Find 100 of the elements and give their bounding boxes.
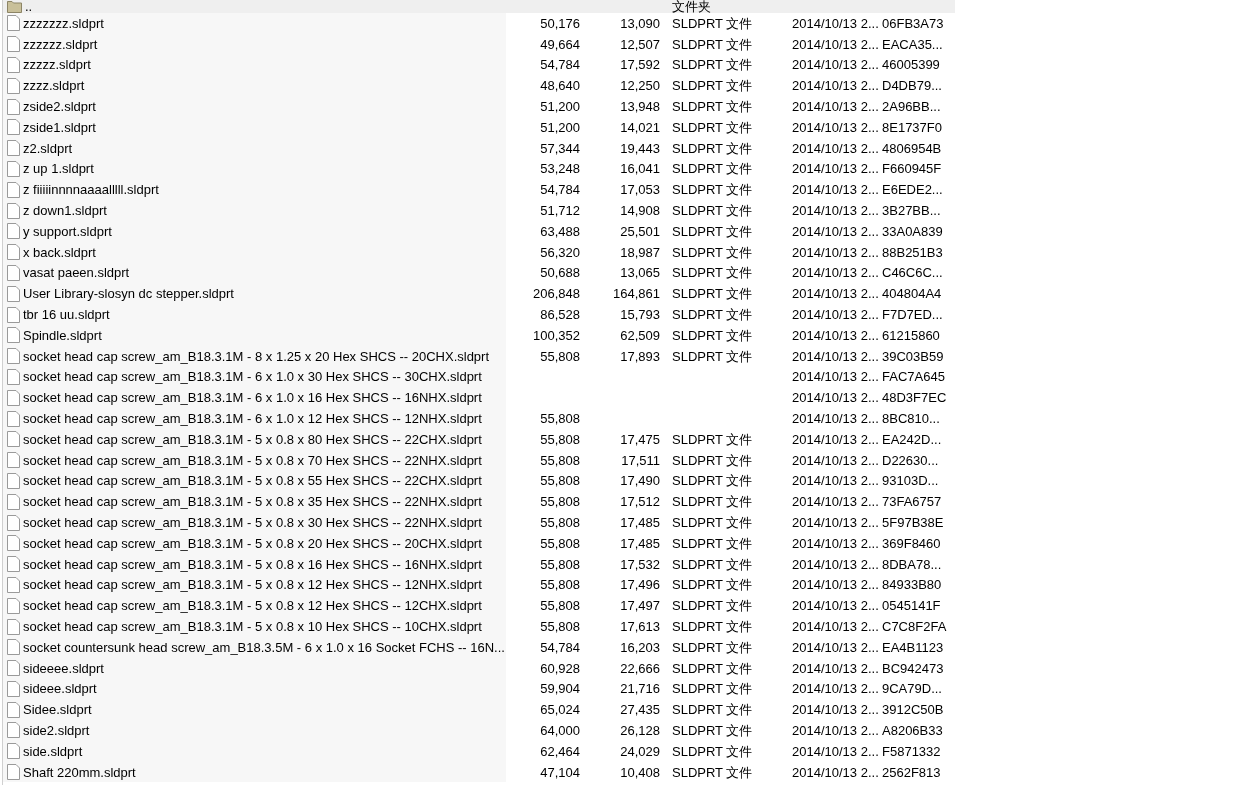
modified-date: 2014/10/13 2... [791,58,880,72]
crc-value: 2562F813 [882,765,942,779]
modified-date: 2014/10/13 2... [791,744,880,758]
file-size: 206,848 [532,287,581,301]
file-type: SLDPRT 文件 [671,536,754,550]
packed-size: 18,987 [619,245,661,259]
packed-size: 10,408 [619,765,661,779]
file-type: SLDPRT 文件 [671,308,754,322]
file-size: 55,808 [539,599,581,613]
file-type: SLDPRT 文件 [671,703,754,717]
modified-date: 2014/10/13 2... [791,412,880,426]
parent-folder-name[interactable]: .. [25,0,33,13]
file-size: 100,352 [532,328,581,342]
file-type: SLDPRT 文件 [671,204,754,218]
file-type: SLDPRT 文件 [671,245,754,259]
modified-date: 2014/10/13 2... [791,516,880,529]
file-name[interactable]: side2.sldprt [23,724,90,737]
modified-date: 2014/10/13 2... [791,287,880,301]
file-name[interactable]: z2.sldprt [23,141,73,155]
packed-size: 17,532 [619,557,661,571]
packed-size: 12,507 [619,37,661,51]
file-name[interactable]: tbr 16 uu.sldprt [23,308,110,322]
file-name[interactable]: y support.sldprt [23,224,112,238]
modified-date: 2014/10/13 2... [791,661,880,675]
crc-value: A8206B33 [882,724,944,737]
crc-value: EA4B1123 [882,640,945,654]
crc-value: 404804A4 [882,287,943,301]
file-size: 55,808 [539,432,581,446]
file-name[interactable]: z down1.sldprt [23,204,107,218]
modified-date: 2014/10/13 2... [791,37,880,51]
crc-value: 9CA79D... [882,682,943,696]
file-name[interactable]: sideeee.sldprt [23,661,104,675]
file-name[interactable]: z fiiiiinnnnaaaalllll.sldprt [23,183,159,197]
file-name[interactable]: side.sldprt [23,744,83,758]
file-type: SLDPRT 文件 [671,682,754,696]
crc-value: E6EDE2... [882,183,944,197]
file-name[interactable]: zzzzzz.sldprt [23,37,98,51]
modified-date: 2014/10/13 2... [791,432,880,446]
file-type: SLDPRT 文件 [671,162,754,176]
crc-value: 73FA6757 [882,495,943,509]
modified-date: 2014/10/13 2... [791,79,880,93]
modified-date: 2014/10/13 2... [791,495,880,509]
file-name[interactable]: zzzzzzz.sldprt [23,16,104,30]
file-type: SLDPRT 文件 [671,640,754,654]
modified-date: 2014/10/13 2... [791,245,880,259]
file-name[interactable]: Sidee.sldprt [23,703,92,717]
crc-value: FAC7A645 [882,370,946,384]
file-type: SLDPRT 文件 [671,287,754,301]
file-name[interactable]: Spindle.sldprt [23,328,102,342]
packed-size: 17,490 [619,474,661,488]
modified-date: 2014/10/13 2... [791,162,880,176]
file-type: SLDPRT 文件 [671,100,754,114]
modified-date: 2014/10/13 2... [791,620,880,633]
file-type: SLDPRT 文件 [671,599,754,613]
file-name[interactable]: vasat paeen.sldprt [23,266,130,280]
crc-value: F660945F [882,162,943,176]
file-name[interactable]: z up 1.sldprt [23,162,94,176]
file-name[interactable]: zside2.sldprt [23,100,96,114]
packed-size: 25,501 [619,224,661,238]
file-type: SLDPRT 文件 [671,620,754,633]
modified-date: 2014/10/13 2... [791,100,880,114]
file-size: 55,808 [539,474,581,488]
file-type: SLDPRT 文件 [671,516,754,529]
file-type: SLDPRT 文件 [671,328,754,342]
modified-date: 2014/10/13 2... [791,308,880,322]
packed-size: 17,512 [619,495,661,509]
file-type: SLDPRT 文件 [671,432,754,446]
file-name[interactable]: zzzz.sldprt [23,79,85,93]
file-name[interactable]: zzzzz.sldprt [23,58,91,72]
file-type: SLDPRT 文件 [671,578,754,592]
file-size: 55,808 [539,536,581,550]
crc-value: 3B27BB... [882,204,942,218]
packed-size: 164,861 [612,287,661,301]
crc-value: 4806954B [882,141,943,155]
packed-size: 17,511 [620,453,661,467]
packed-size: 15,793 [619,308,661,322]
file-size: 86,528 [539,308,581,322]
packed-size: 17,592 [619,58,661,72]
crc-value: F5871332 [882,744,942,758]
file-size: 48,640 [539,79,581,93]
file-type: SLDPRT 文件 [671,661,754,675]
file-name[interactable]: sideee.sldprt [23,682,97,696]
file-name[interactable]: x back.sldprt [23,245,96,259]
packed-size: 19,443 [619,141,661,155]
file-size: 55,808 [539,620,581,633]
crc-value: 8E1737F0 [882,120,943,134]
packed-size: 17,613 [619,620,661,633]
packed-size: 12,250 [619,79,661,93]
crc-value: C7C8F2FA [882,620,948,633]
file-size: 55,808 [539,453,581,467]
modified-date: 2014/10/13 2... [791,370,880,384]
file-type: SLDPRT 文件 [671,453,754,467]
file-name[interactable]: zside1.sldprt [23,120,96,134]
file-type: SLDPRT 文件 [671,120,754,134]
file-size: 57,344 [539,141,581,155]
file-size: 62,464 [539,744,581,758]
file-name[interactable]: Shaft 220mm.sldprt [23,765,136,779]
packed-size: 22,666 [619,661,661,675]
file-size: 63,488 [539,224,581,238]
modified-date: 2014/10/13 2... [791,391,880,405]
